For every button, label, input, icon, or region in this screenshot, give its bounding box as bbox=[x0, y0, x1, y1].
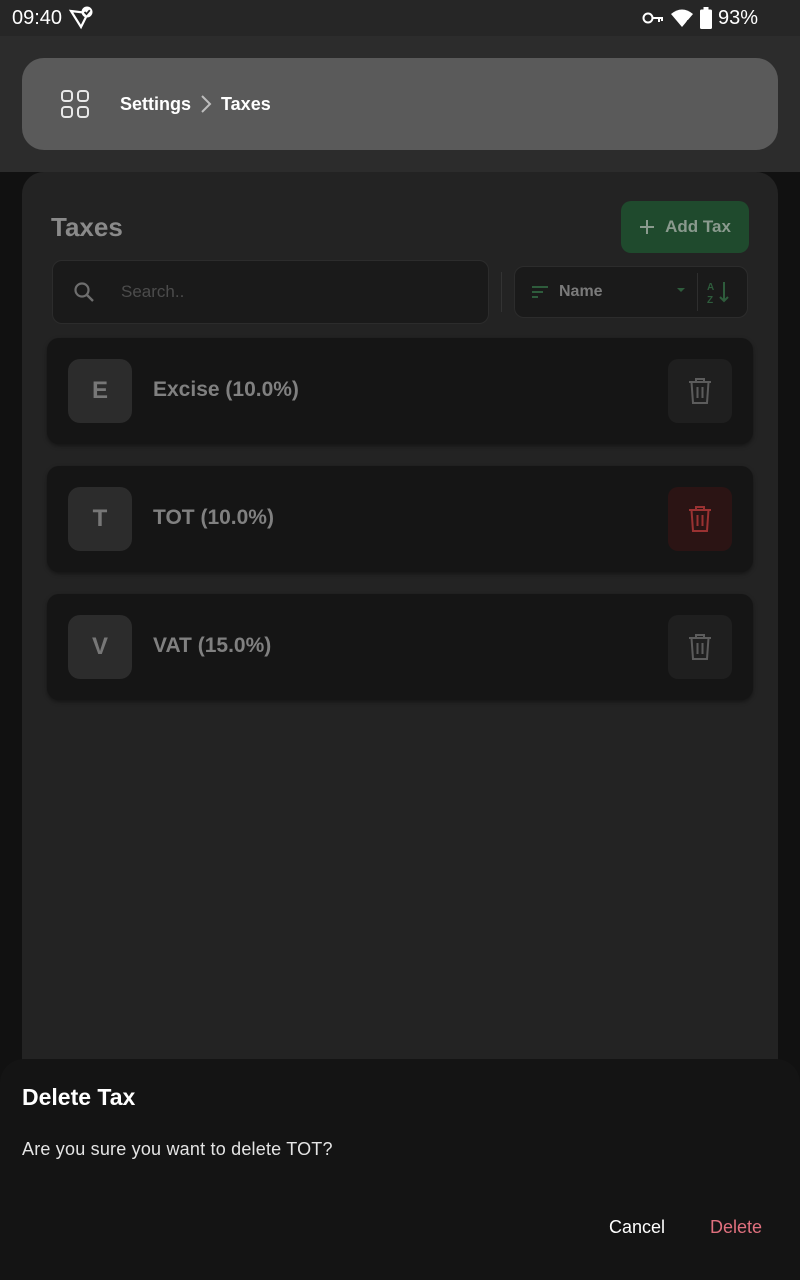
sort-ascending-icon[interactable]: A Z bbox=[705, 279, 731, 305]
tax-name: Excise (10.0%) bbox=[153, 378, 299, 401]
tax-avatar: T bbox=[68, 487, 132, 551]
search-input[interactable] bbox=[121, 282, 441, 302]
trash-icon bbox=[689, 634, 711, 660]
search-box[interactable] bbox=[52, 260, 489, 324]
delete-tax-button[interactable] bbox=[668, 487, 732, 551]
sort-field-label: Name bbox=[559, 283, 603, 300]
tax-name: VAT (15.0%) bbox=[153, 634, 272, 657]
tax-avatar: E bbox=[68, 359, 132, 423]
dialog-message: Are you sure you want to delete TOT? bbox=[22, 1139, 333, 1159]
sort-dropdown[interactable]: Name A Z bbox=[514, 266, 748, 318]
status-right: 4 93% bbox=[642, 7, 788, 30]
trash-icon bbox=[689, 506, 711, 532]
tax-list-item[interactable]: E Excise (10.0%) bbox=[47, 338, 753, 444]
page-title: Taxes bbox=[51, 212, 123, 242]
svg-text:A: A bbox=[707, 282, 714, 293]
confirm-delete-button[interactable]: Delete bbox=[698, 1211, 774, 1243]
status-left: 09:40 bbox=[12, 5, 94, 31]
chevron-down-icon bbox=[677, 288, 685, 292]
battery-icon bbox=[699, 7, 712, 29]
add-tax-button[interactable]: Add Tax bbox=[621, 201, 749, 253]
battery-percentage: 93% bbox=[717, 6, 758, 29]
tax-avatar: V bbox=[68, 615, 132, 679]
dialog-title: Delete Tax bbox=[22, 1084, 136, 1110]
breadcrumb-settings[interactable]: Settings bbox=[120, 94, 191, 115]
breadcrumb-taxes: Taxes bbox=[221, 93, 271, 114]
wifi-icon: 4 bbox=[670, 9, 693, 28]
add-tax-label: Add Tax bbox=[665, 217, 731, 236]
chevron-right-icon bbox=[199, 94, 213, 114]
apps-grid-icon[interactable] bbox=[60, 89, 90, 119]
delete-tax-button[interactable] bbox=[668, 359, 732, 423]
sort-lines-icon bbox=[532, 286, 548, 298]
cancel-button[interactable]: Cancel bbox=[596, 1211, 678, 1243]
search-icon bbox=[74, 282, 94, 302]
vpn-key-icon bbox=[642, 12, 663, 24]
svg-text:4: 4 bbox=[685, 19, 690, 28]
toolbar-divider bbox=[501, 272, 502, 312]
breadcrumb: Settings Taxes bbox=[22, 58, 778, 150]
trash-icon bbox=[689, 378, 711, 404]
svg-text:Z: Z bbox=[707, 295, 713, 305]
sort-divider bbox=[697, 273, 698, 311]
tax-name: TOT (10.0%) bbox=[153, 506, 274, 529]
tax-list-item[interactable]: T TOT (10.0%) bbox=[47, 466, 753, 572]
status-time: 09:40 bbox=[12, 6, 63, 29]
delete-tax-dialog: Delete Tax Are you sure you want to dele… bbox=[0, 1059, 800, 1280]
notification-check-icon bbox=[68, 6, 93, 30]
plus-icon bbox=[640, 220, 655, 234]
delete-tax-button[interactable] bbox=[668, 615, 732, 679]
status-bar: 09:40 4 93% bbox=[0, 0, 800, 36]
tax-list-item[interactable]: V VAT (15.0%) bbox=[47, 594, 753, 700]
